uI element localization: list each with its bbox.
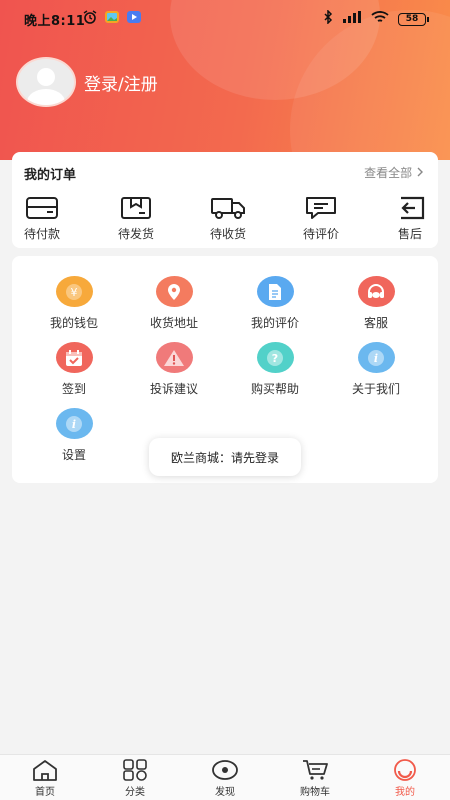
service-my-wallet[interactable]: ¥ 我的钱包 [34,276,114,331]
service-customer-service[interactable]: 客服 [336,276,416,331]
tab-profile[interactable]: 我的 [360,759,450,798]
bottom-tab-bar: 首页 分类 发现 购物车 我的 [0,754,450,800]
service-label: 购买帮助 [250,382,299,396]
profile-summary[interactable]: 登录/注册 [16,57,158,107]
order-item-label: 售后 [397,227,422,241]
notification-icons [82,10,142,24]
login-register-link[interactable]: 登录/注册 [84,70,158,95]
home-icon [0,759,90,781]
order-item-label: 待收货 [209,227,246,241]
tab-cart[interactable]: 购物车 [270,759,360,798]
tab-label: 发现 [215,787,235,798]
service-label: 签到 [61,382,86,396]
tab-home[interactable]: 首页 [0,759,90,798]
gallery-icon [104,10,120,24]
login-required-toast: 欧兰商城：请先登录 [149,438,301,476]
profile-header: 晚上8:11 58 登录/注册 [0,0,450,160]
chat-icon [289,196,353,220]
yen-icon: ¥ [55,276,93,307]
service-label: 关于我们 [351,382,400,396]
service-label: 我的评价 [250,316,299,330]
system-icons: 58 [322,9,429,28]
svg-text:i: i [374,352,378,365]
service-label: 设置 [61,448,86,462]
help-icon: ? [256,342,294,373]
chevron-right-icon [416,166,424,180]
alarm-icon [82,10,98,24]
order-after-sales[interactable]: 售后 [378,196,442,242]
signal-icon [342,10,362,28]
eye-icon [180,759,270,781]
tab-label: 购物车 [300,787,330,798]
battery-indicator: 58 [398,12,429,26]
status-time: 晚上8:11 [24,14,86,29]
orders-card: 我的订单 查看全部 待付款 待发货 待收货 待评价 售后 [12,152,438,248]
profile-icon [360,759,450,781]
wifi-icon [370,10,390,28]
order-item-label: 待发货 [117,227,154,241]
service-settings[interactable]: i 设置 [34,408,114,463]
service-label: 客服 [363,316,388,330]
order-pending-payment[interactable]: 待付款 [10,196,74,242]
svg-text:¥: ¥ [71,286,78,299]
headset-icon [357,276,395,307]
order-pending-review[interactable]: 待评价 [289,196,353,242]
service-feedback[interactable]: 投诉建议 [134,342,214,397]
info-icon: i [55,408,93,439]
location-icon [155,276,193,307]
view-all-label: 查看全部 [364,166,413,180]
order-status-row: 待付款 待发货 待收货 待评价 售后 [12,196,438,244]
service-my-reviews[interactable]: 我的评价 [235,276,315,331]
order-item-label: 待评价 [302,227,339,241]
wallet-icon [10,196,74,220]
service-label: 收货地址 [149,316,198,330]
service-about-us[interactable]: i 关于我们 [336,342,416,397]
cart-icon [270,759,360,781]
order-item-label: 待付款 [23,227,60,241]
service-address[interactable]: 收货地址 [134,276,214,331]
tab-label: 分类 [125,787,145,798]
svg-text:?: ? [272,352,278,365]
bluetooth-icon [322,9,334,28]
info-icon: i [357,342,395,373]
service-label: 我的钱包 [49,316,98,330]
order-pending-shipment[interactable]: 待发货 [104,196,168,242]
avatar[interactable] [16,57,76,107]
orders-title: 我的订单 [24,168,77,183]
service-purchase-help[interactable]: ? 购买帮助 [235,342,315,397]
view-all-orders-link[interactable]: 查看全部 [364,164,424,181]
document-icon [256,276,294,307]
tab-category[interactable]: 分类 [90,759,180,798]
warning-icon [155,342,193,373]
tab-discover[interactable]: 发现 [180,759,270,798]
tab-label: 我的 [395,787,415,798]
calendar-check-icon [55,342,93,373]
box-icon [104,196,168,220]
status-bar: 晚上8:11 58 [0,0,450,36]
video-app-icon [126,10,142,24]
tab-label: 首页 [35,787,55,798]
svg-text:i: i [72,418,76,431]
return-icon [378,196,442,220]
service-check-in[interactable]: 签到 [34,342,114,397]
order-pending-receipt[interactable]: 待收货 [196,196,260,242]
category-icon [90,759,180,781]
truck-icon [196,196,260,220]
service-label: 投诉建议 [149,382,198,396]
